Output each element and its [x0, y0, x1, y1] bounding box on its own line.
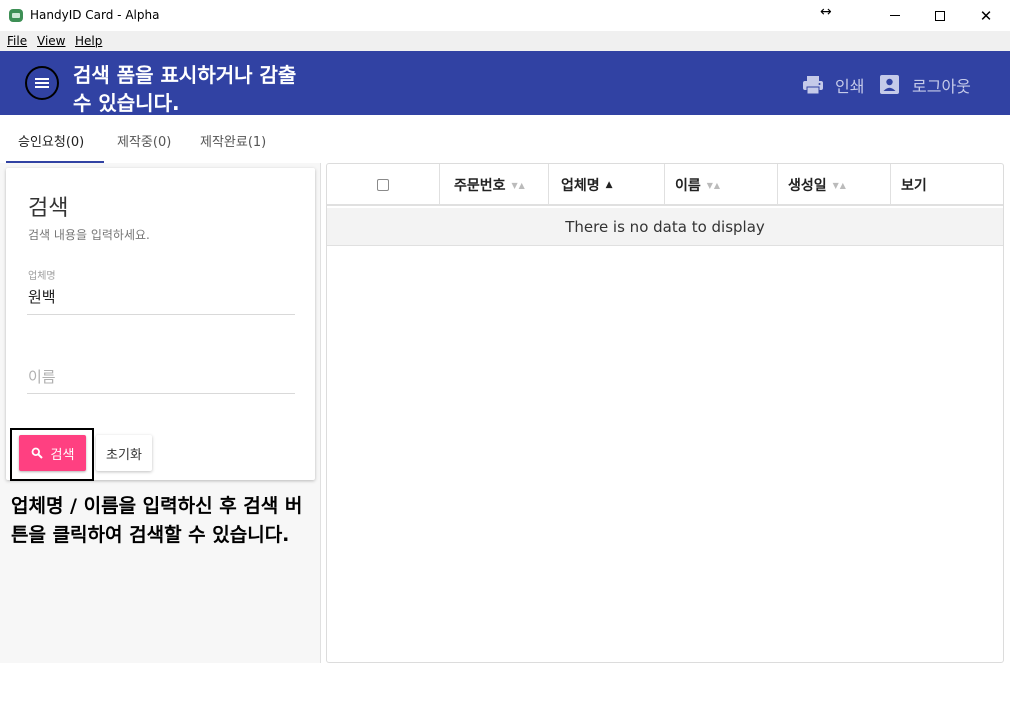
app-window: HandyID Card - Alpha ↔ ✕ File View Help … — [0, 0, 1010, 721]
menu-view[interactable]: View — [37, 34, 65, 48]
menu-annotation: 검색 폼을 표시하거나 감출 수 있습니다. — [73, 63, 297, 115]
column-created-date-label: 생성일 — [788, 178, 827, 194]
sort-arrows-icon: ▼▲ — [511, 180, 526, 190]
tab-completed[interactable]: 제작완료(1) — [200, 131, 266, 150]
column-order-number[interactable]: 주문번호 ▼▲ — [440, 164, 549, 206]
printer-icon — [803, 76, 823, 95]
status-tabs: 승인요청(0) 제작중(0) 제작완료(1) — [0, 115, 1010, 163]
hamburger-menu-icon — [35, 78, 49, 88]
company-field-label: 업체명 — [28, 271, 56, 282]
reset-button[interactable]: 초기화 — [96, 435, 152, 471]
orders-table: 주문번호 ▼▲ 업체명 ▲ 이름 ▼▲ 생성일 ▼▲ 보기 There is n… — [326, 163, 1004, 663]
print-button[interactable]: 인쇄 — [802, 73, 864, 97]
search-card-subtitle: 검색 내용을 입력하세요. — [28, 228, 150, 242]
search-button[interactable]: 검색 — [19, 435, 86, 471]
column-company[interactable]: 업체명 ▲ — [549, 164, 665, 206]
company-field[interactable]: 원백 — [28, 286, 56, 307]
minimize-button[interactable] — [872, 0, 918, 31]
account-box-icon — [880, 75, 899, 94]
tab-in-production[interactable]: 제작중(0) — [117, 131, 171, 150]
search-card-title: 검색 — [28, 196, 69, 221]
column-created-date[interactable]: 생성일 ▼▲ — [778, 164, 891, 206]
empty-table-message: There is no data to display — [327, 208, 1003, 246]
select-all-checkbox[interactable] — [377, 179, 389, 191]
maximize-button[interactable] — [917, 0, 963, 31]
menu-toggle-button[interactable] — [25, 66, 59, 100]
column-company-label: 업체명 — [561, 178, 600, 194]
column-view: 보기 — [891, 164, 1003, 206]
resize-arrows-icon: ↔ — [820, 4, 832, 20]
window-title: HandyID Card - Alpha — [30, 8, 160, 22]
menu-bar: File View Help — [0, 31, 1010, 51]
search-annotation: 업체명 / 이름을 입력하신 후 검색 버튼을 클릭하여 검색할 수 있습니다. — [11, 495, 303, 546]
print-label: 인쇄 — [835, 77, 865, 96]
menu-file[interactable]: File — [7, 34, 27, 48]
minimize-icon — [890, 15, 900, 16]
title-bar[interactable]: HandyID Card - Alpha ↔ ✕ — [0, 0, 1010, 31]
maximize-icon — [935, 10, 945, 21]
sort-arrows-icon: ▼▲ — [706, 180, 722, 190]
close-icon: ✕ — [979, 6, 993, 25]
column-select-all — [327, 164, 440, 206]
close-button[interactable]: ✕ — [963, 0, 1009, 31]
sort-arrows-icon: ▼▲ — [832, 180, 847, 190]
column-view-label: 보기 — [901, 178, 927, 194]
sort-ascending-icon: ▲ — [605, 180, 614, 190]
search-icon — [31, 447, 43, 459]
column-order-number-label: 주문번호 — [454, 178, 506, 194]
table-header: 주문번호 ▼▲ 업체명 ▲ 이름 ▼▲ 생성일 ▼▲ 보기 — [327, 164, 1003, 206]
tab-approval-request[interactable]: 승인요청(0) — [18, 131, 84, 150]
name-field-underline — [27, 393, 295, 394]
app-id-card-icon — [9, 9, 23, 22]
search-panel: 검색 검색 내용을 입력하세요. 업체명 원백 이름 검색 초기화 업체명 / … — [0, 163, 321, 663]
column-name-label: 이름 — [675, 178, 701, 194]
name-field[interactable]: 이름 — [28, 366, 56, 387]
menu-help[interactable]: Help — [75, 34, 102, 48]
search-button-label: 검색 — [50, 447, 75, 463]
column-name[interactable]: 이름 ▼▲ — [665, 164, 778, 206]
logout-label: 로그아웃 — [912, 77, 971, 96]
logout-button[interactable]: 로그아웃 — [879, 73, 971, 97]
app-bar: 검색 폼을 표시하거나 감출 수 있습니다. 인쇄 로그아웃 — [0, 51, 1010, 115]
company-field-underline — [27, 314, 295, 315]
